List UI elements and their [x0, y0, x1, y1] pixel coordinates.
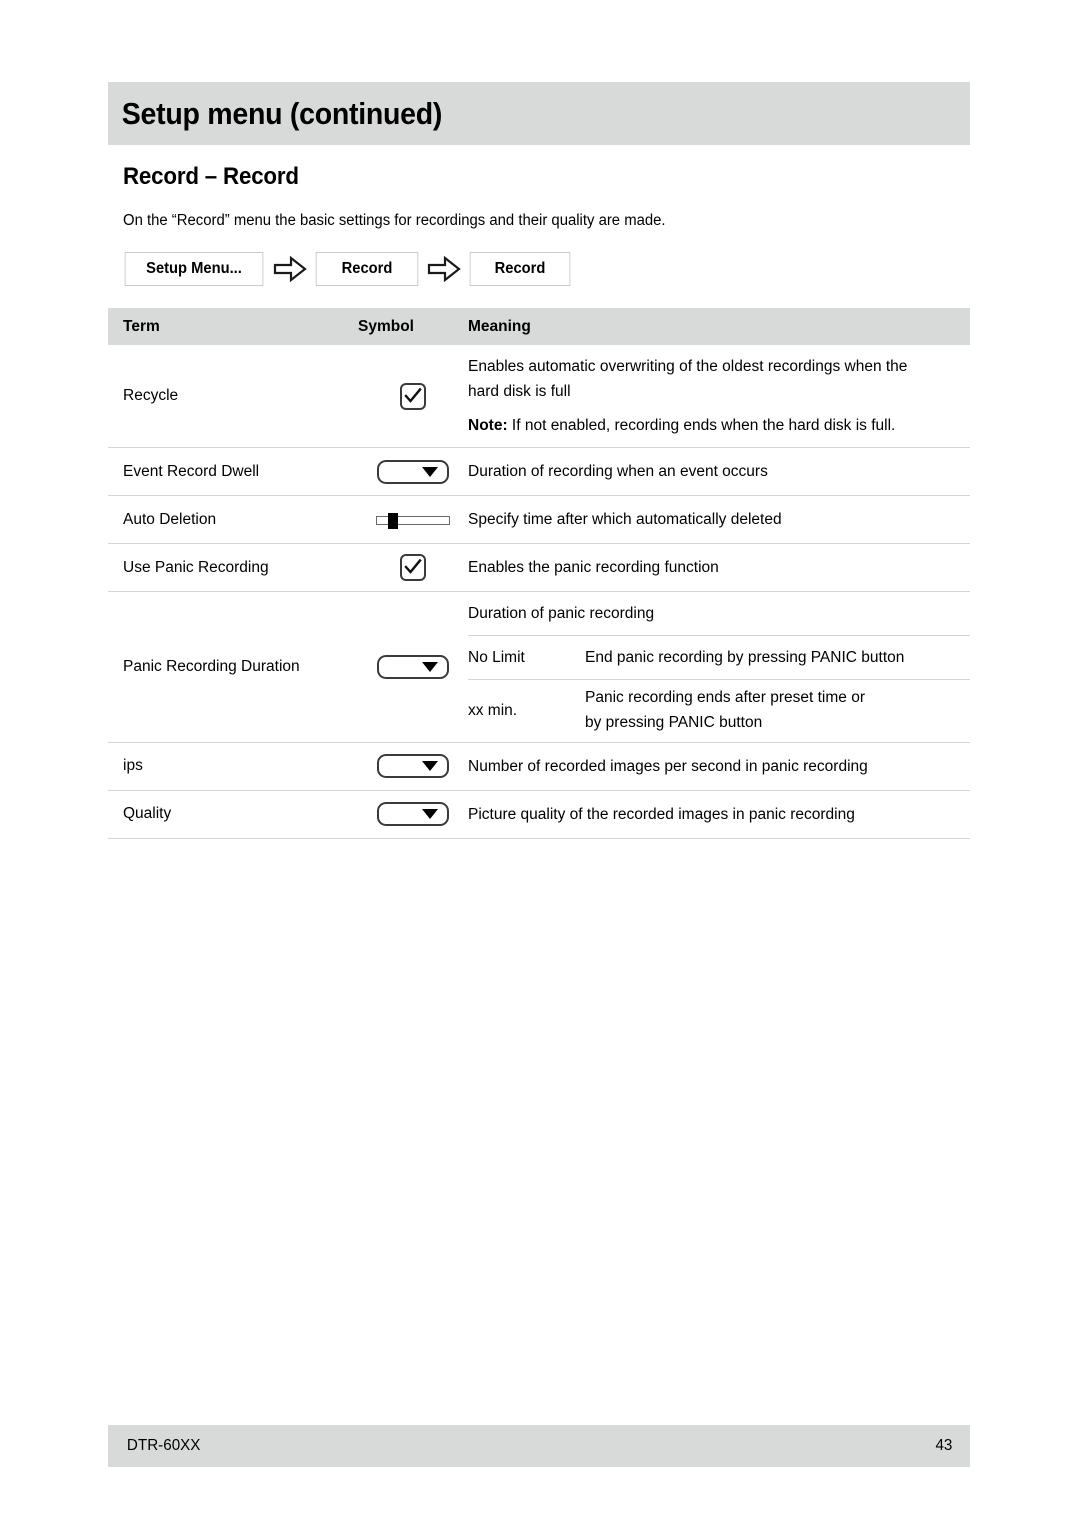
row-term: Panic Recording Duration: [123, 658, 300, 676]
subtable-value: Duration of panic recording: [468, 604, 655, 622]
table-row: Event Record Dwell Duration of recording…: [108, 448, 970, 497]
row-meaning: Number of recorded images per second in …: [468, 743, 970, 790]
table-row: Auto Deletion Specify time after which a…: [108, 496, 970, 545]
subtable-value: Panic recording ends after preset time o…: [585, 686, 970, 736]
meaning-line: Specify time after which automatically d…: [468, 511, 782, 529]
row-term: Auto Deletion: [123, 510, 217, 528]
subtable-row: No Limit End panic recording by pressing…: [468, 636, 970, 681]
subtable-row: xx min. Panic recording ends after prese…: [468, 680, 970, 742]
settings-table: Term Symbol Meaning Recycle Enables auto…: [108, 308, 970, 839]
table-row: Use Panic Recording Enables the panic re…: [108, 544, 970, 593]
row-term: ips: [123, 757, 143, 775]
slider-handle: [388, 512, 398, 529]
subtable-key: xx min.: [468, 702, 518, 720]
checkbox-checked-icon: [400, 382, 426, 410]
meaning-line: Duration of recording when an event occu…: [468, 463, 768, 481]
column-header-meaning: Meaning: [468, 317, 531, 335]
row-symbol: [358, 448, 468, 495]
dropdown-icon: [377, 802, 449, 827]
arrow-right-outline-icon: [267, 256, 313, 282]
breadcrumb: Setup Menu... Record Record: [121, 252, 573, 286]
breadcrumb-item-record-2[interactable]: Record: [469, 252, 571, 286]
column-header-term: Term: [123, 317, 160, 335]
breadcrumb-item-record-1[interactable]: Record: [315, 252, 419, 286]
meaning-note: Note: If not enabled, recording ends whe…: [468, 413, 966, 438]
table-row: Quality Picture quality of the recorded …: [108, 791, 970, 839]
row-term: Use Panic Recording: [123, 558, 269, 576]
note-label: Note:: [468, 417, 508, 435]
row-symbol: [358, 791, 468, 838]
table-header-row: Term Symbol Meaning: [108, 308, 970, 345]
meaning-line: Enables automatic overwriting of the old…: [468, 358, 908, 375]
row-symbol: [358, 345, 468, 447]
subtable-key: No Limit: [468, 648, 525, 666]
row-symbol: [358, 743, 468, 790]
row-meaning: Picture quality of the recorded images i…: [468, 791, 970, 838]
note-text: If not enabled, recording ends when the …: [507, 417, 896, 435]
chevron-down-icon: [422, 466, 438, 477]
row-meaning: Duration of recording when an event occu…: [468, 448, 970, 495]
row-meaning: Enables automatic overwriting of the old…: [468, 345, 970, 447]
meaning-line: Picture quality of the recorded images i…: [468, 805, 855, 823]
table-row: ips Number of recorded images per second…: [108, 743, 970, 791]
table-row: Panic Recording Duration Duration of pan…: [108, 592, 970, 743]
document-page: Setup menu (continued) Record – Record O…: [108, 0, 970, 1532]
row-term: Event Record Dwell: [123, 462, 260, 480]
section-heading: Record – Record: [123, 163, 299, 190]
table-row: Recycle Enables automatic overwriting of…: [108, 345, 970, 449]
row-meaning: Enables the panic recording function: [468, 544, 970, 591]
dropdown-icon: [377, 754, 449, 779]
page-title: Setup menu (continued): [121, 95, 443, 131]
column-header-symbol: Symbol: [358, 317, 414, 335]
page-header-banner: Setup menu (continued): [108, 82, 970, 145]
dropdown-icon: [377, 655, 449, 680]
footer-model: DTR-60XX: [126, 1437, 201, 1454]
slider-icon: [376, 512, 450, 529]
footer-page-number: 43: [935, 1437, 953, 1454]
row-meaning-subtable: Duration of panic recording No Limit End…: [468, 592, 970, 742]
subtable-value-line: Panic recording ends after preset time o…: [585, 689, 865, 707]
meaning-line: Number of recorded images per second in …: [468, 757, 868, 775]
subtable-value-line: by pressing PANIC button: [585, 714, 763, 732]
row-symbol: [358, 592, 468, 742]
page-footer: DTR-60XX 43: [108, 1425, 970, 1467]
subtable-value: End panic recording by pressing PANIC bu…: [585, 648, 905, 666]
row-symbol: [358, 544, 468, 591]
row-term: Recycle: [123, 387, 179, 405]
meaning-line: hard disk is full: [468, 383, 571, 401]
chevron-down-icon: [422, 761, 438, 772]
meaning-line: Enables the panic recording function: [468, 559, 719, 577]
checkbox-checked-icon: [400, 554, 426, 582]
breadcrumb-item-setup-menu[interactable]: Setup Menu...: [124, 252, 264, 286]
row-meaning: Specify time after which automatically d…: [468, 496, 970, 543]
arrow-right-outline-icon: [421, 256, 467, 282]
row-term: Quality: [123, 805, 172, 823]
dropdown-icon: [377, 459, 449, 484]
subtable-row: Duration of panic recording: [468, 592, 970, 637]
row-symbol: [358, 496, 468, 543]
section-intro-text: On the “Record” menu the basic settings …: [123, 212, 666, 229]
chevron-down-icon: [422, 809, 438, 820]
chevron-down-icon: [422, 662, 438, 673]
